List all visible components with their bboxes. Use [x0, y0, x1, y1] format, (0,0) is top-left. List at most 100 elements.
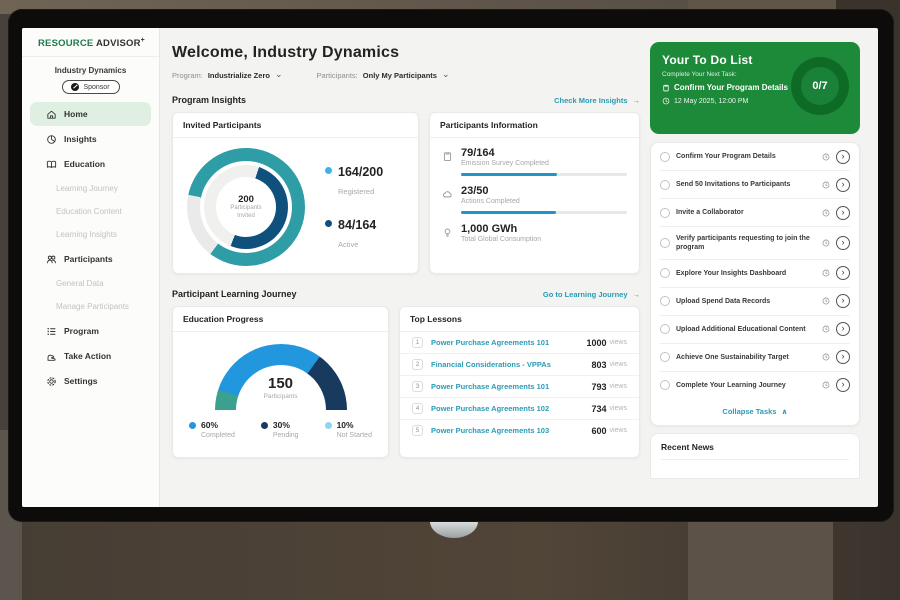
sidebar-item-label: Participants [64, 254, 113, 264]
chevron-right-icon: › [842, 324, 845, 333]
sidebar-item-label: Settings [64, 376, 98, 386]
chevron-right-icon: › [842, 380, 845, 389]
chevron-right-button[interactable]: › [836, 236, 850, 250]
checkbox-icon[interactable] [660, 180, 670, 190]
lesson-link[interactable]: Financial Considerations - VPPAs [431, 360, 591, 369]
sidebar-item-general-data[interactable]: General Data [22, 272, 159, 295]
chevron-down-icon[interactable]: ⌄ [442, 70, 450, 79]
todo-progress-ring: 0/7 [791, 57, 849, 115]
arrow-right-icon: → [633, 96, 641, 105]
clock-icon [822, 153, 830, 161]
invited-chart-body: 200 Participants Invited 164/200 Registe… [173, 138, 418, 266]
chevron-down-icon[interactable]: ⌄ [275, 70, 283, 79]
go-to-learning-journey-link[interactable]: Go to Learning Journey → [543, 290, 640, 299]
checkbox-icon[interactable] [660, 324, 670, 334]
next-task-label: Confirm Your Program Details [674, 83, 788, 92]
sidebar-item-take-action[interactable]: Take Action [30, 344, 151, 368]
chevron-right-button[interactable]: › [836, 378, 850, 392]
chevron-right-icon: › [842, 208, 845, 217]
lesson-link[interactable]: Power Purchase Agreements 103 [431, 426, 591, 435]
chevron-right-button[interactable]: › [836, 150, 850, 164]
sidebar-item-label: General Data [56, 279, 104, 288]
sidebar-item-settings[interactable]: Settings [30, 369, 151, 393]
checkbox-icon[interactable] [660, 380, 670, 390]
chevron-up-icon: ∧ [781, 407, 787, 416]
views-suffix: views [609, 427, 627, 434]
sidebar-item-education-content[interactable]: Education Content [22, 200, 159, 223]
sidebar-item-insights[interactable]: Insights [30, 127, 151, 151]
lesson-views: 793 [591, 382, 606, 392]
todo-item[interactable]: Send 50 Invitations to Participants › [660, 170, 850, 198]
sidebar-item-participants[interactable]: Participants [30, 247, 151, 271]
lesson-row: 2 Financial Considerations - VPPAs 803 v… [400, 354, 639, 376]
chevron-right-button[interactable]: › [836, 350, 850, 364]
sidebar-item-education[interactable]: Education [30, 152, 151, 176]
logo-secondary: ADVISOR [96, 38, 141, 49]
todo-item[interactable]: Complete Your Learning Journey › [660, 371, 850, 399]
sidebar-item-learning-insights[interactable]: Learning Insights [22, 223, 159, 246]
chevron-right-button[interactable]: › [836, 178, 850, 192]
lesson-rank: 1 [412, 337, 423, 348]
lesson-link[interactable]: Power Purchase Agreements 101 [431, 382, 591, 391]
sidebar-item-learning-journey[interactable]: Learning Journey [22, 177, 159, 200]
todo-item[interactable]: Upload Spend Data Records › [660, 287, 850, 315]
sidebar-item-program[interactable]: Program [30, 319, 151, 343]
link-label: Check More Insights [554, 96, 627, 105]
lesson-link[interactable]: Power Purchase Agreements 101 [431, 338, 586, 347]
legend-label: Registered [338, 187, 374, 196]
checkbox-icon[interactable] [660, 268, 670, 278]
background-desk-band [688, 522, 833, 600]
donut-center-label: Invited [237, 213, 255, 221]
stat-label: Emission Survey Completed [461, 160, 549, 167]
program-filter[interactable]: Program: Industrialize Zero ⌄ [172, 71, 283, 80]
logo-plus: + [141, 37, 145, 44]
participants-filter-label: Participants: [317, 71, 358, 80]
todo-item[interactable]: Achieve One Sustainability Target › [660, 343, 850, 371]
todo-item[interactable]: Invite a Collaborator › [660, 198, 850, 226]
todo-item-label: Send 50 Invitations to Participants [676, 180, 816, 189]
donut-center: 200 Participants Invited [216, 177, 276, 237]
gauge-center: 150 Participants [215, 376, 347, 400]
participants-filter-value: Only My Participants [363, 71, 437, 80]
checkbox-icon[interactable] [660, 152, 670, 162]
education-gauge-chart: 150 Participants [215, 344, 347, 410]
participants-filter[interactable]: Participants: Only My Participants ⌄ [317, 71, 450, 80]
chevron-right-icon: › [842, 238, 845, 247]
checkbox-icon[interactable] [660, 238, 670, 248]
todo-item[interactable]: Verify participants requesting to join t… [660, 226, 850, 259]
todo-item[interactable]: Upload Additional Educational Content › [660, 315, 850, 343]
lesson-link[interactable]: Power Purchase Agreements 102 [431, 404, 591, 413]
lightbulb-icon [442, 227, 453, 238]
sidebar-item-home[interactable]: Home [30, 102, 151, 126]
section-title: Program Insights [172, 95, 246, 105]
chevron-right-button[interactable]: › [836, 266, 850, 280]
checkbox-icon[interactable] [660, 296, 670, 306]
sidebar-nav: Home Insights Education Learning Journey… [22, 102, 159, 393]
card-title: Top Lessons [400, 307, 639, 332]
chevron-right-button[interactable]: › [836, 206, 850, 220]
list-icon [46, 326, 57, 337]
participants-information-card: Participants Information 79/164 Emission… [429, 112, 640, 274]
survey-icon [442, 151, 453, 162]
check-more-insights-link[interactable]: Check More Insights → [554, 96, 640, 105]
chevron-right-button[interactable]: › [836, 322, 850, 336]
todo-item[interactable]: Confirm Your Program Details › [660, 143, 850, 170]
collapse-tasks-link[interactable]: Collapse Tasks∧ [660, 399, 850, 425]
education-progress-card: Education Progress 150 Participants 60% … [172, 306, 389, 458]
sidebar-item-manage-participants[interactable]: Manage Participants [22, 295, 159, 318]
chevron-right-button[interactable]: › [836, 294, 850, 308]
donut-center-label: Participants [230, 205, 261, 213]
checkbox-icon[interactable] [660, 352, 670, 362]
sidebar: RESOURCE ADVISOR+ Industry Dynamics Spon… [22, 28, 160, 507]
sidebar-item-label: Take Action [64, 351, 111, 361]
chevron-right-icon: › [842, 268, 845, 277]
stat-row: 23/50 Actions Completed [430, 176, 639, 205]
sidebar-item-label: Learning Insights [56, 230, 117, 239]
stat-value: 1,000 GWh [461, 223, 541, 235]
checkbox-icon[interactable] [660, 208, 670, 218]
stat-value: 79/164 [461, 147, 549, 159]
todo-item[interactable]: Explore Your Insights Dashboard › [660, 259, 850, 287]
book-icon [46, 159, 57, 170]
legend-value: 164/200 [338, 165, 383, 179]
card-title: Education Progress [173, 307, 388, 332]
